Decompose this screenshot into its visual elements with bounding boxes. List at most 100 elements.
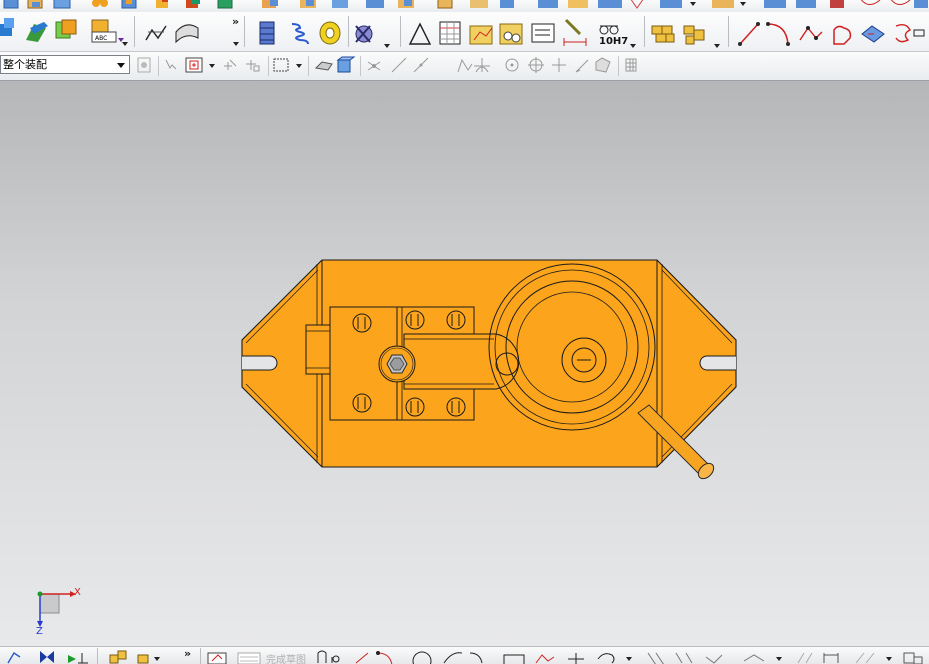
curve-snap-icon[interactable] xyxy=(413,57,429,73)
locating-tab[interactable] xyxy=(305,324,333,375)
clamp-arm[interactable] xyxy=(403,333,520,390)
graphics-window[interactable]: X Z xyxy=(0,81,929,646)
finish-sketch-icon[interactable] xyxy=(237,652,261,664)
dimension-icon[interactable] xyxy=(797,652,839,664)
wire-view-icon[interactable] xyxy=(314,61,333,71)
line-snap-icon[interactable] xyxy=(391,57,407,73)
screw-head[interactable] xyxy=(405,310,425,330)
edit-part-icon[interactable] xyxy=(26,22,48,42)
arc-icon[interactable] xyxy=(376,651,393,664)
cylinder-icon[interactable] xyxy=(175,24,199,44)
line-icon[interactable] xyxy=(738,22,760,46)
spring-icon-stack[interactable] xyxy=(259,21,275,45)
sketch-edit-icon[interactable] xyxy=(861,25,885,43)
revolve-icon[interactable] xyxy=(53,0,71,9)
mounting-slot-right[interactable] xyxy=(699,355,736,371)
label-icon[interactable]: ABC xyxy=(91,19,124,43)
quadrant-icon[interactable] xyxy=(528,57,544,73)
bottom-overflow-chevron[interactable]: » xyxy=(184,648,191,659)
assembly-icon[interactable] xyxy=(121,0,137,9)
arc-alt-icon[interactable] xyxy=(443,652,483,664)
point-icon[interactable] xyxy=(367,61,381,71)
screw-head[interactable] xyxy=(446,397,466,417)
snap-end-icon[interactable] xyxy=(224,59,237,70)
profile-icon[interactable] xyxy=(833,25,852,45)
draft-icon[interactable] xyxy=(366,0,384,8)
view-alt-icon[interactable] xyxy=(630,0,696,9)
mate-icon[interactable] xyxy=(217,0,233,9)
sketch-plane-icon[interactable] xyxy=(595,57,611,73)
view-fit-icon[interactable] xyxy=(7,652,21,664)
circle-center-icon[interactable] xyxy=(505,58,519,72)
trim-icon[interactable] xyxy=(895,23,925,43)
arc-icon[interactable] xyxy=(766,22,790,46)
snap-icon[interactable] xyxy=(538,0,622,8)
assembly-icon[interactable] xyxy=(137,654,160,664)
view-icon[interactable] xyxy=(470,0,514,8)
component-icon[interactable] xyxy=(109,650,127,664)
mounting-slot-left[interactable] xyxy=(242,355,278,371)
trim-icon[interactable] xyxy=(647,652,693,664)
hex-nut[interactable] xyxy=(378,345,416,383)
tangent-icon[interactable] xyxy=(474,58,490,73)
screw-head[interactable] xyxy=(446,310,466,330)
component-icon[interactable] xyxy=(156,0,168,8)
screw-head[interactable] xyxy=(352,313,372,333)
axis-icon[interactable] xyxy=(68,653,88,664)
stock-alt-icon[interactable] xyxy=(683,25,705,45)
selection-filter-dropdown[interactable]: 整个装配 xyxy=(0,55,130,74)
triangle-icon[interactable] xyxy=(408,22,432,45)
mirror-icon[interactable] xyxy=(186,0,200,8)
blend-icon[interactable] xyxy=(398,0,414,8)
dimension-icon[interactable] xyxy=(563,18,587,46)
body-icon[interactable] xyxy=(262,0,278,8)
sketch-icon[interactable] xyxy=(207,652,227,664)
point-icon[interactable] xyxy=(568,653,584,664)
box-select-icon[interactable] xyxy=(273,58,289,72)
chart-icon[interactable] xyxy=(469,25,493,45)
render-icon[interactable] xyxy=(712,0,928,8)
part-icon[interactable] xyxy=(0,18,14,36)
bearing-icon[interactable] xyxy=(319,21,341,45)
surface-icon[interactable] xyxy=(300,0,316,8)
spline-icon[interactable] xyxy=(799,26,823,41)
polygon-icon[interactable] xyxy=(535,654,555,664)
gear-icon[interactable] xyxy=(355,25,373,43)
curve-icon[interactable] xyxy=(145,25,167,41)
snap-point-icon[interactable] xyxy=(185,57,203,73)
sketch-icon[interactable] xyxy=(3,0,19,9)
toolbar-overflow-chevron[interactable]: » xyxy=(232,16,239,27)
shaded-view-icon[interactable] xyxy=(336,56,356,73)
model-canvas[interactable] xyxy=(0,81,929,646)
line-icon[interactable] xyxy=(355,652,369,664)
note-icon[interactable] xyxy=(531,23,555,43)
grid-icon[interactable] xyxy=(625,58,637,72)
shell-icon[interactable] xyxy=(332,0,348,8)
grid-icon[interactable] xyxy=(855,652,923,664)
table-icon[interactable] xyxy=(439,21,461,45)
filter-icon[interactable] xyxy=(137,57,151,73)
profile-icon[interactable] xyxy=(317,650,340,663)
fillet-icon[interactable] xyxy=(597,653,632,664)
spring-icon[interactable] xyxy=(291,23,309,45)
extend-icon[interactable] xyxy=(705,654,723,664)
screw-head[interactable] xyxy=(352,393,372,413)
wcs-triad xyxy=(37,591,76,627)
pattern-icon[interactable] xyxy=(92,0,108,7)
stock-icon[interactable] xyxy=(651,25,675,43)
orient-icon[interactable] xyxy=(40,651,54,663)
svg-text:ABC: ABC xyxy=(95,35,107,42)
circle-icon[interactable] xyxy=(412,651,432,664)
angle-icon[interactable] xyxy=(575,59,589,73)
intersect-icon[interactable] xyxy=(457,58,473,73)
replace-icon[interactable] xyxy=(55,19,77,39)
extrude-icon[interactable] xyxy=(27,0,43,9)
tolerance-icon[interactable] xyxy=(599,25,619,35)
screw-head[interactable] xyxy=(405,397,425,417)
layout-icon[interactable] xyxy=(499,23,523,45)
snap-mid-icon[interactable] xyxy=(246,60,260,72)
constraint-icon[interactable] xyxy=(743,654,782,662)
select-icon[interactable] xyxy=(165,59,177,70)
cross-icon[interactable] xyxy=(552,58,566,72)
measure-icon[interactable] xyxy=(437,0,453,9)
